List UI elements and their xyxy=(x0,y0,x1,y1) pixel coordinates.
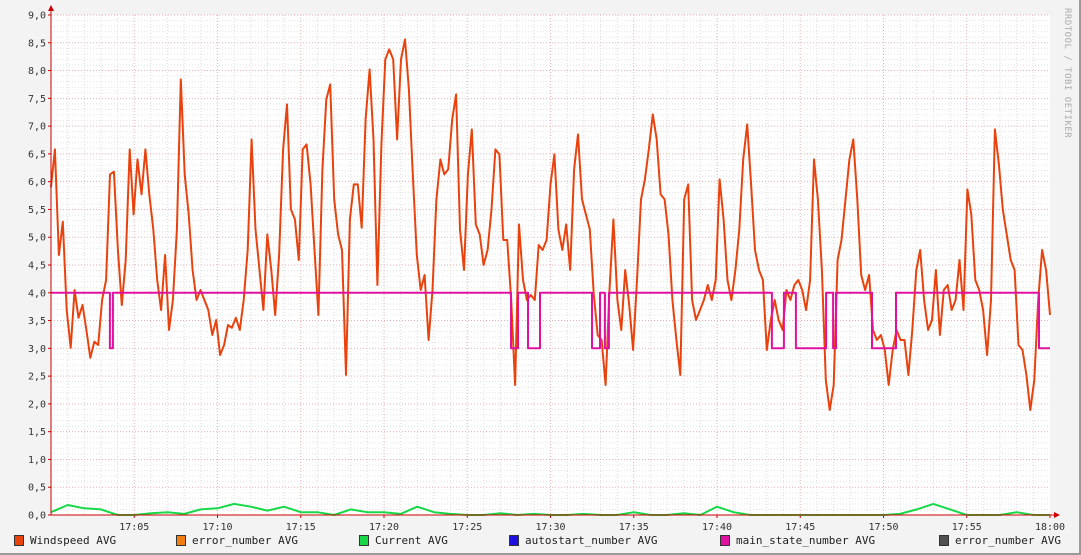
x-tick-label: 17:25 xyxy=(452,522,482,533)
legend-label: main_state_number AVG xyxy=(736,534,876,547)
rrdtool-watermark: RRDTOOL / TOBI OETIKER xyxy=(1062,8,1072,139)
legend: Windspeed AVG error_number AVG Current AVG… xyxy=(14,534,1074,550)
x-tick-label: 17:10 xyxy=(202,522,232,533)
y-tick-label: 2,5 xyxy=(28,372,46,383)
y-tick-label: 4,5 xyxy=(28,261,46,272)
legend-item: error_number AVG xyxy=(176,534,298,547)
y-tick-label: 1,0 xyxy=(28,455,46,466)
x-tick-label: 18:00 xyxy=(1035,522,1065,533)
legend-item: Current AVG xyxy=(359,534,448,547)
y-tick-label: 2,0 xyxy=(28,399,46,410)
y-tick-label: 4,0 xyxy=(28,288,46,299)
y-tick-label: 3,0 xyxy=(28,344,46,355)
legend-swatch xyxy=(509,535,519,546)
legend-label: error_number AVG xyxy=(192,534,298,547)
x-tick-label: 17:20 xyxy=(369,522,399,533)
legend-swatch xyxy=(176,535,186,546)
legend-item: autostart_number AVG xyxy=(509,534,657,547)
y-tick-label: 3,5 xyxy=(28,316,46,327)
y-tick-label: 7,0 xyxy=(28,122,46,133)
x-tick-label: 17:05 xyxy=(119,522,149,533)
y-tick-label: 8,0 xyxy=(28,66,46,77)
x-tick-label: 17:55 xyxy=(952,522,982,533)
x-tick-label: 17:15 xyxy=(286,522,316,533)
y-tick-label: 8,5 xyxy=(28,38,46,49)
y-tick-label: 6,5 xyxy=(28,149,46,160)
y-tick-label: 6,0 xyxy=(28,177,46,188)
legend-item: error_number AVG xyxy=(939,534,1061,547)
y-tick-label: 5,0 xyxy=(28,233,46,244)
legend-label: error_number AVG xyxy=(955,534,1061,547)
x-tick-label: 17:50 xyxy=(868,522,898,533)
x-tick-label: 17:40 xyxy=(702,522,732,533)
x-axis-arrow-icon xyxy=(1054,512,1060,518)
y-tick-label: 7,5 xyxy=(28,94,46,105)
y-tick-label: 0,5 xyxy=(28,483,46,494)
x-tick-label: 17:30 xyxy=(535,522,565,533)
y-tick-label: 9,0 xyxy=(28,11,46,22)
legend-label: autostart_number AVG xyxy=(525,534,658,547)
y-tick-label: 1,5 xyxy=(28,427,46,438)
legend-item: Windspeed AVG xyxy=(14,534,116,547)
legend-label: Current AVG xyxy=(375,534,448,547)
y-axis-arrow-icon xyxy=(48,5,54,11)
x-tick-label: 17:35 xyxy=(619,522,649,533)
legend-label: Windspeed AVG xyxy=(30,534,117,547)
rrd-chart: 0,0 0,5 1,0 1,5 2,0 2,5 3,0 3,5 4,0 4,5 5,0 5,5 6,0 6… xyxy=(28,5,1065,533)
legend-swatch xyxy=(359,535,369,546)
x-tick-label: 17:45 xyxy=(785,522,815,533)
legend-swatch xyxy=(939,535,949,546)
legend-item: main_state_number AVG xyxy=(720,534,875,547)
legend-swatch xyxy=(14,535,24,546)
legend-swatch xyxy=(720,535,730,546)
y-tick-label: 0,0 xyxy=(28,511,46,522)
y-tick-label: 5,5 xyxy=(28,205,46,216)
